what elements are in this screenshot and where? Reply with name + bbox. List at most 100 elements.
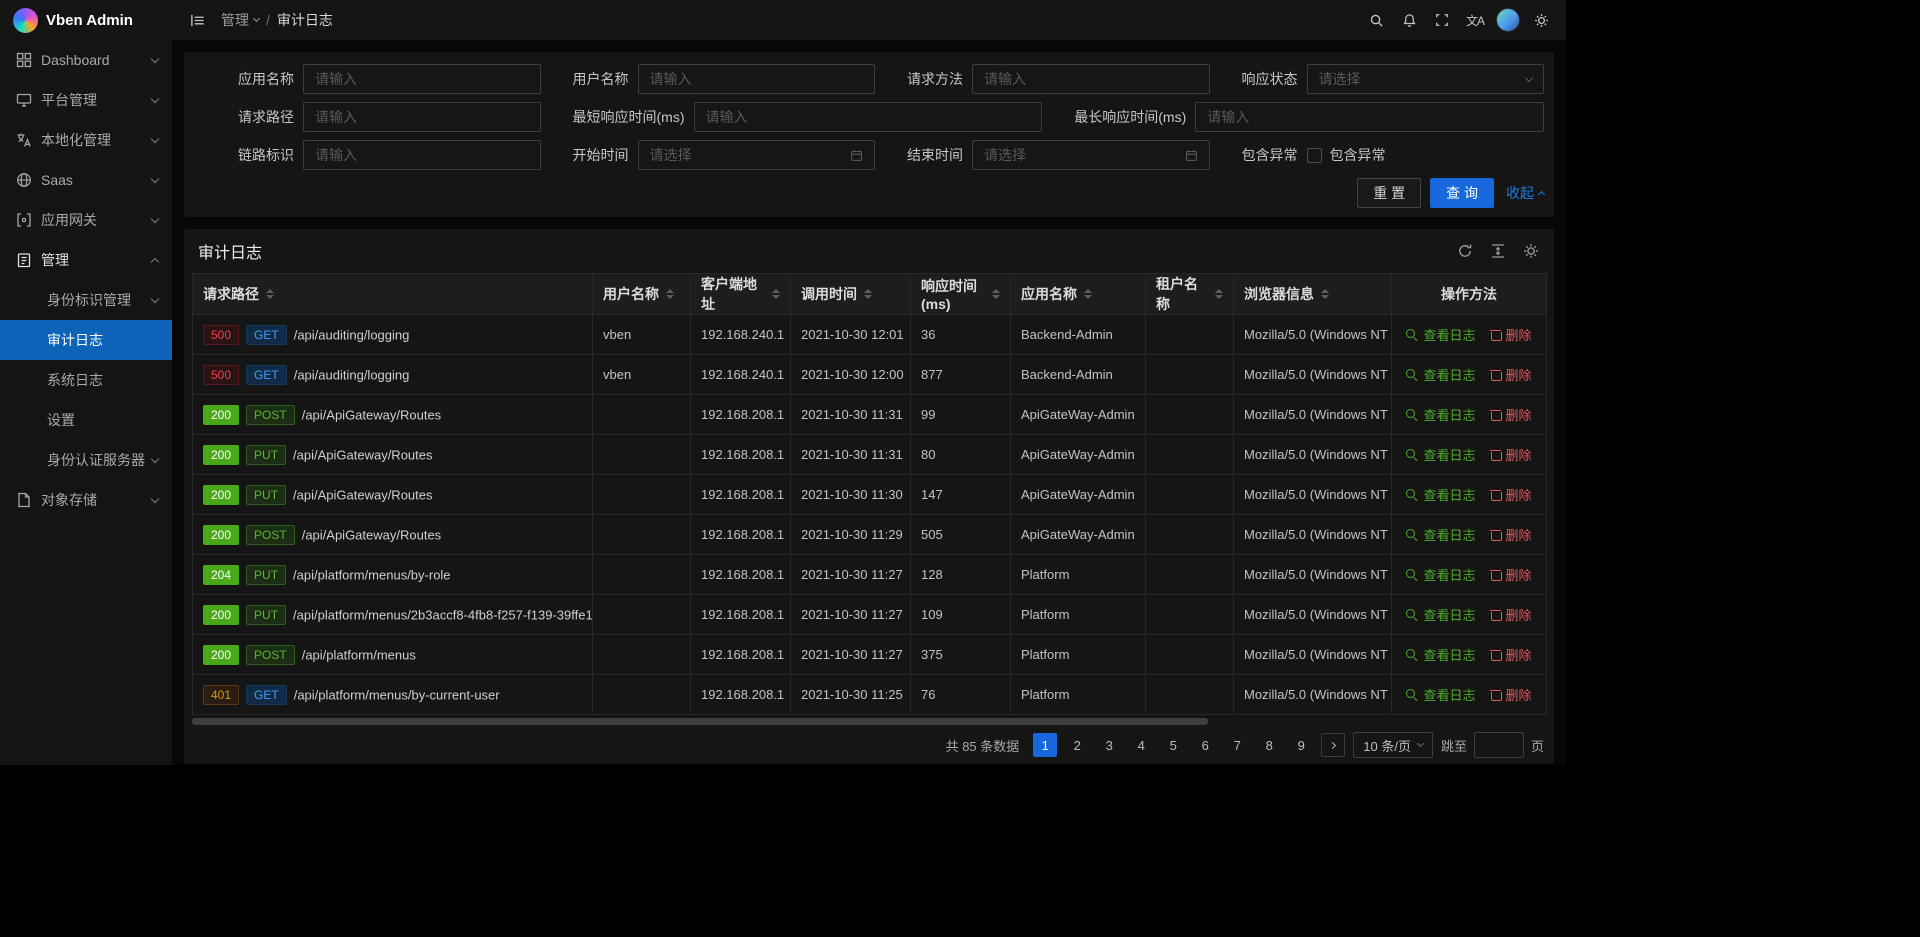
delete-button[interactable]: 删除 (1490, 525, 1532, 544)
max-response-time-input[interactable] (1195, 102, 1544, 132)
sidebar-item-platform[interactable]: 平台管理 (0, 80, 172, 120)
app-title: Vben Admin (46, 12, 133, 29)
refresh-icon[interactable] (1456, 242, 1474, 260)
min-response-time-input[interactable] (694, 102, 1043, 132)
manage-icon (16, 252, 32, 268)
delete-button[interactable]: 删除 (1490, 485, 1532, 504)
settings-icon[interactable] (1529, 8, 1553, 32)
start-time-picker[interactable]: 请选择 (638, 140, 876, 170)
translate-icon[interactable]: 文A (1463, 8, 1487, 32)
jump-page-input[interactable] (1474, 732, 1524, 758)
delete-button[interactable]: 删除 (1490, 685, 1532, 704)
page-button-9[interactable]: 9 (1289, 733, 1313, 757)
user-name-input[interactable] (638, 64, 876, 94)
request-path: /api/platform/menus/by-role (293, 567, 451, 582)
end-time-picker[interactable]: 请选择 (972, 140, 1210, 170)
tenant-cell (1146, 355, 1234, 395)
view-log-button[interactable]: 查看日志 (1406, 525, 1475, 544)
sidebar-item-settings[interactable]: 设置 (0, 400, 172, 440)
breadcrumb-current: 审计日志 (277, 10, 333, 30)
trace-id-input[interactable] (303, 140, 541, 170)
sidebar-item-audit-log[interactable]: 审计日志 (0, 320, 172, 360)
column-height-icon[interactable] (1489, 242, 1507, 260)
tenant-cell (1146, 635, 1234, 675)
exception-checkbox[interactable] (1307, 148, 1322, 163)
column-header-app-name[interactable]: 应用名称 (1011, 274, 1146, 315)
delete-button[interactable]: 删除 (1490, 565, 1532, 584)
page-button-1[interactable]: 1 (1033, 733, 1057, 757)
filter-field-trace-id: 链路标识 (238, 140, 541, 170)
user-cell (593, 515, 691, 555)
browser-cell: Mozilla/5.0 (Windows NT 10.0; Win (1234, 555, 1392, 595)
page-button-6[interactable]: 6 (1193, 733, 1217, 757)
view-log-button[interactable]: 查看日志 (1406, 325, 1475, 344)
next-page-button[interactable] (1321, 733, 1345, 757)
request-path: /api/ApiGateway/Routes (302, 527, 441, 542)
app-name-input[interactable] (303, 64, 541, 94)
sidebar-item-object-storage[interactable]: 对象存储 (0, 480, 172, 520)
response-status-select[interactable]: 请选择 (1307, 64, 1545, 94)
tenant-cell (1146, 595, 1234, 635)
page-button-2[interactable]: 2 (1065, 733, 1089, 757)
method-badge: GET (246, 365, 287, 385)
collapse-link[interactable]: 收起 (1506, 183, 1544, 203)
column-header-call-time[interactable]: 调用时间 (791, 274, 911, 315)
query-button[interactable]: 查 询 (1430, 178, 1494, 208)
page-button-4[interactable]: 4 (1129, 733, 1153, 757)
field-label: 结束时间 (907, 145, 963, 165)
view-log-button[interactable]: 查看日志 (1406, 405, 1475, 424)
sidebar-item-identity-management[interactable]: 身份标识管理 (0, 280, 172, 320)
sidebar-item-manage[interactable]: 管理 (0, 240, 172, 280)
column-header-browser-info[interactable]: 浏览器信息 (1234, 274, 1392, 315)
bell-icon[interactable] (1397, 8, 1421, 32)
delete-button[interactable]: 删除 (1490, 365, 1532, 384)
column-header-tenant-name[interactable]: 租户名称 (1146, 274, 1234, 315)
delete-button[interactable]: 删除 (1490, 645, 1532, 664)
view-log-button[interactable]: 查看日志 (1406, 685, 1475, 704)
column-header-client-address[interactable]: 客户端地址 (691, 274, 791, 315)
page-button-3[interactable]: 3 (1097, 733, 1121, 757)
delete-button[interactable]: 删除 (1490, 325, 1532, 344)
view-log-button[interactable]: 查看日志 (1406, 365, 1475, 384)
delete-button[interactable]: 删除 (1490, 445, 1532, 464)
page-button-8[interactable]: 8 (1257, 733, 1281, 757)
table-row: 200POST/api/ApiGateway/Routes 192.168.20… (193, 395, 1547, 435)
view-log-button[interactable]: 查看日志 (1406, 565, 1475, 584)
avatar[interactable] (1496, 8, 1520, 32)
sidebar-item-auth-server[interactable]: 身份认证服务器 (0, 440, 172, 480)
view-log-button[interactable]: 查看日志 (1406, 605, 1475, 624)
scrollbar-thumb[interactable] (192, 718, 1208, 725)
reset-button[interactable]: 重 置 (1357, 178, 1421, 208)
page-size-select[interactable]: 10 条/页 (1353, 732, 1433, 758)
menu-toggle-icon[interactable] (185, 8, 209, 32)
sidebar-item-localization[interactable]: 本地化管理 (0, 120, 172, 160)
client-cell: 192.168.240.1 (691, 315, 791, 355)
column-header-response-time[interactable]: 响应时间(ms) (911, 274, 1011, 315)
delete-button[interactable]: 删除 (1490, 405, 1532, 424)
column-header-request-path[interactable]: 请求路径 (193, 274, 593, 315)
user-cell (593, 635, 691, 675)
page-button-5[interactable]: 5 (1161, 733, 1185, 757)
settings-icon[interactable] (1522, 242, 1540, 260)
column-header-user-name[interactable]: 用户名称 (593, 274, 691, 315)
delete-button[interactable]: 删除 (1490, 605, 1532, 624)
logo[interactable]: Vben Admin (0, 0, 172, 40)
view-log-button[interactable]: 查看日志 (1406, 485, 1475, 504)
chevron-down-icon (151, 134, 159, 142)
request-method-input[interactable] (972, 64, 1210, 94)
sidebar-item-gateway[interactable]: 应用网关 (0, 200, 172, 240)
view-log-button[interactable]: 查看日志 (1406, 445, 1475, 464)
breadcrumb-parent[interactable]: 管理 (221, 10, 259, 30)
response-ms-cell: 128 (911, 555, 1011, 595)
view-log-button[interactable]: 查看日志 (1406, 645, 1475, 664)
page-button-7[interactable]: 7 (1225, 733, 1249, 757)
search-icon[interactable] (1364, 8, 1388, 32)
request-path: /api/auditing/logging (294, 367, 410, 382)
filter-field-start-time: 开始时间 请选择 (573, 140, 876, 170)
sidebar-item-system-log[interactable]: 系统日志 (0, 360, 172, 400)
fullscreen-icon[interactable] (1430, 8, 1454, 32)
sidebar-item-saas[interactable]: Saas (0, 160, 172, 200)
sidebar-item-dashboard[interactable]: Dashboard (0, 40, 172, 80)
request-path-input[interactable] (303, 102, 541, 132)
sort-icon (992, 289, 1000, 299)
